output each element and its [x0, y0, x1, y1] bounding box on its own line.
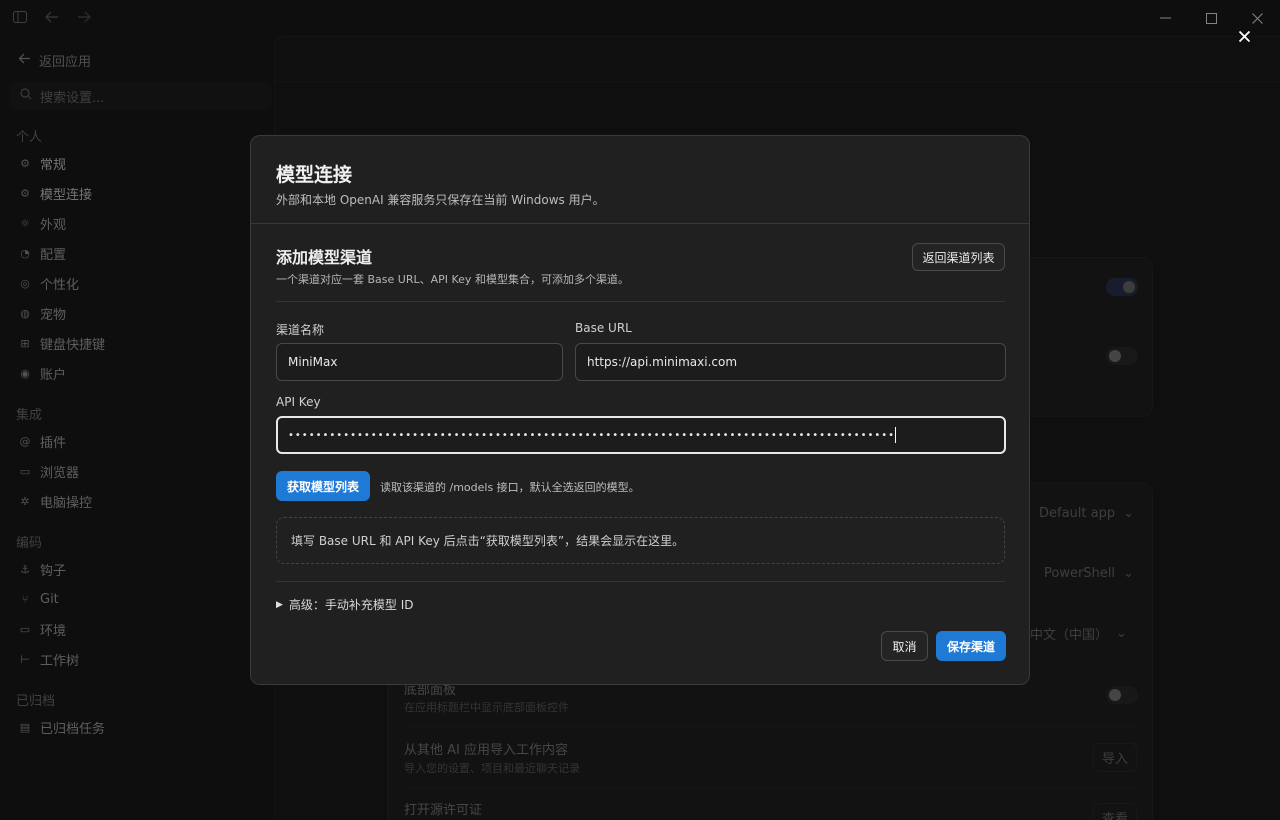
dialog-subtitle: 外部和本地 OpenAI 兼容服务只保存在当前 Windows 用户。 [276, 193, 605, 207]
save-channel-button[interactable]: 保存渠道 [936, 631, 1006, 661]
cancel-button[interactable]: 取消 [881, 631, 928, 661]
divider [251, 223, 1029, 224]
dialog-title: 模型连接 [276, 164, 353, 186]
triangle-right-icon: ▶ [276, 599, 283, 610]
api-key-value: ••••••••••••••••••••••••••••••••••••••••… [288, 429, 894, 441]
section-subtitle: 一个渠道对应一套 Base URL、API Key 和模型集合，可添加多个渠道。 [276, 273, 629, 286]
channel-name-value: MiniMax [288, 355, 338, 369]
model-result-placeholder: 填写 Base URL 和 API Key 后点击“获取模型列表”，结果会显示在… [276, 517, 1005, 564]
close-icon[interactable] [1236, 28, 1252, 44]
advanced-model-id-toggle[interactable]: ▶ 高级：手动补充模型 ID [276, 596, 414, 613]
divider [276, 301, 1005, 302]
fetch-models-button[interactable]: 获取模型列表 [276, 471, 370, 501]
advanced-label: 高级：手动补充模型 ID [288, 598, 414, 612]
api-key-input[interactable]: ••••••••••••••••••••••••••••••••••••••••… [276, 416, 1006, 454]
base-url-label: Base URL [575, 321, 632, 335]
section-title: 添加模型渠道 [276, 248, 373, 267]
result-placeholder-text: 填写 Base URL 和 API Key 后点击“获取模型列表”，结果会显示在… [291, 534, 685, 548]
back-to-channel-list-button[interactable]: 返回渠道列表 [912, 243, 1005, 271]
settings-window: 返回应用 搜索设置... 个人 ⚙ 常规 ⚙ 模型连接 ☼ 外观 ◔ 配置 ◎ … [0, 0, 1280, 820]
divider [276, 581, 1005, 582]
channel-name-input[interactable]: MiniMax [276, 343, 563, 381]
channel-name-label: 渠道名称 [276, 323, 325, 337]
model-connection-dialog: 模型连接 外部和本地 OpenAI 兼容服务只保存在当前 Windows 用户。… [250, 135, 1030, 685]
fetch-hint: 读取该渠道的 /models 接口，默认全选返回的模型。 [380, 481, 640, 494]
api-key-label: API Key [276, 395, 321, 409]
base-url-value: https://api.minimaxi.com [587, 355, 738, 369]
base-url-input[interactable]: https://api.minimaxi.com [575, 343, 1006, 381]
text-caret [895, 427, 896, 443]
